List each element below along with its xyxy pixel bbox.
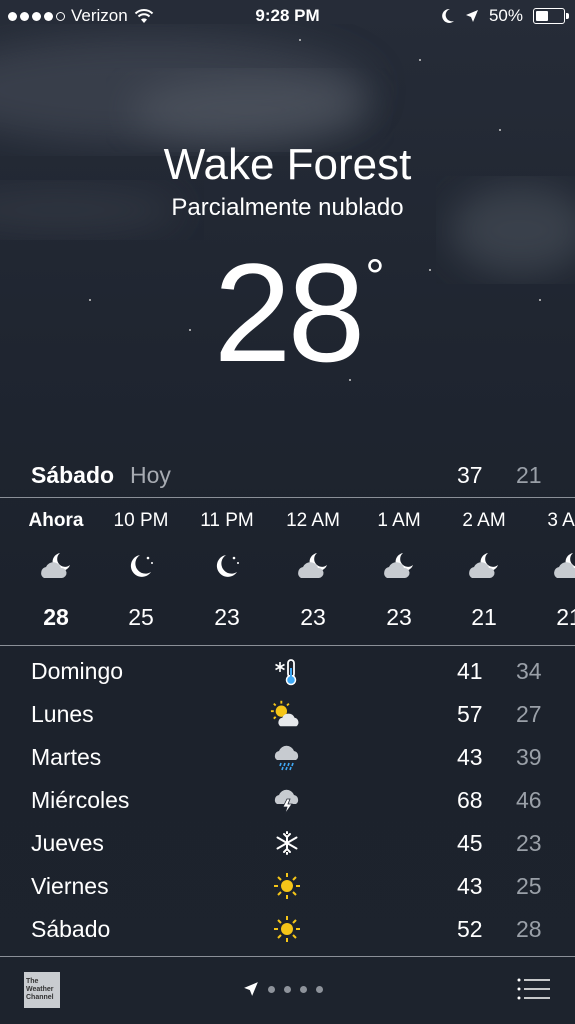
page-dot <box>284 985 291 993</box>
hourly-item: 10 PM 25 <box>98 499 184 631</box>
today-high: 37 <box>457 462 483 488</box>
day-low: 39 <box>516 744 542 770</box>
daily-row: Martes 43 39 <box>0 738 575 781</box>
partly-cloudy-night-icon <box>441 542 527 590</box>
today-day: Sábado <box>31 462 115 488</box>
hour-temp: 21 <box>556 604 575 630</box>
today-low: 21 <box>516 462 542 488</box>
page-dot <box>300 985 307 993</box>
divider <box>0 645 575 646</box>
city-name: Wake Forest <box>163 140 412 189</box>
today-summary: Sábado Hoy 37 21 <box>0 462 575 492</box>
page-dot <box>316 985 323 993</box>
hourly-forecast[interactable]: Ahora 28 10 PM 25 11 PM 23 12 AM 23 1 AM… <box>0 499 575 645</box>
divider <box>0 497 575 498</box>
day-low: 34 <box>516 658 542 684</box>
daily-row: Jueves 45 23 <box>0 824 575 867</box>
hour-temp: 28 <box>43 604 69 630</box>
weather-channel-logo[interactable]: The Weather Channel <box>24 972 60 1008</box>
hour-label: 11 PM <box>200 510 254 531</box>
hourly-item: 3 AM 21 <box>526 499 575 631</box>
day-high: 45 <box>457 830 483 856</box>
hour-temp: 23 <box>386 604 412 630</box>
moon-stars-icon <box>98 542 184 590</box>
sun-icon <box>270 871 304 901</box>
hourly-item: 11 PM 23 <box>184 499 270 631</box>
cold-thermometer-icon <box>270 656 304 686</box>
day-high: 43 <box>457 873 483 899</box>
day-name: Domingo <box>31 658 124 684</box>
day-high: 52 <box>457 916 483 942</box>
hourly-item: 2 AM 21 <box>441 499 527 631</box>
hour-label: 2 AM <box>462 510 506 531</box>
hour-label: 1 AM <box>377 510 421 531</box>
hour-temp: 25 <box>128 604 154 630</box>
partly-cloudy-night-icon <box>526 542 575 590</box>
current-temperature: 28 ° <box>0 232 575 394</box>
location-arrow-icon <box>465 10 478 22</box>
day-name: Lunes <box>31 701 94 727</box>
hour-temp: 23 <box>214 604 240 630</box>
logo-line: The <box>26 978 39 985</box>
day-name: Miércoles <box>31 787 130 813</box>
battery-percent: 50% <box>488 6 523 25</box>
partly-sunny-icon <box>270 699 304 729</box>
day-low: 28 <box>516 916 542 942</box>
hour-label: 3 AM <box>547 510 575 531</box>
day-low: 46 <box>516 787 542 813</box>
snowflake-icon <box>270 828 304 858</box>
day-name: Jueves <box>31 830 104 856</box>
daily-row: Sábado 52 28 <box>0 910 575 953</box>
day-high: 57 <box>457 701 483 727</box>
list-icon[interactable] <box>517 977 551 1001</box>
moon-icon <box>442 8 454 23</box>
moon-stars-icon <box>184 542 270 590</box>
rain-icon <box>270 742 304 772</box>
hour-temp: 21 <box>471 604 497 630</box>
page-dot <box>268 985 275 993</box>
battery-icon <box>533 8 569 24</box>
page-indicator[interactable] <box>243 981 323 997</box>
hourly-item: 12 AM 23 <box>270 499 356 631</box>
sun-icon <box>270 914 304 944</box>
hour-label: 10 PM <box>113 510 169 531</box>
daily-row: Viernes 43 25 <box>0 867 575 910</box>
day-name: Viernes <box>31 873 109 899</box>
location-arrow-icon <box>244 982 258 996</box>
logo-line: Channel <box>26 994 54 1001</box>
hourly-item: 1 AM 23 <box>356 499 442 631</box>
daily-forecast: Domingo 41 34 Lunes 57 27 Martes 43 39 M… <box>0 652 575 953</box>
day-name: Sábado <box>31 916 111 942</box>
daily-row: Domingo 41 34 <box>0 652 575 695</box>
degree-symbol: ° <box>365 251 384 304</box>
bottom-toolbar: The Weather Channel <box>0 957 575 1024</box>
day-high: 43 <box>457 744 483 770</box>
day-high: 41 <box>457 658 483 684</box>
hour-temp: 23 <box>300 604 326 630</box>
partly-cloudy-night-icon <box>356 542 442 590</box>
partly-cloudy-night-icon <box>13 542 99 590</box>
temperature-value: 28 <box>213 234 366 391</box>
hour-label: Ahora <box>28 510 84 531</box>
daily-row: Miércoles 68 46 <box>0 781 575 824</box>
day-name: Martes <box>31 744 102 770</box>
status-bar: Verizon 9:28 PM 50% <box>0 0 575 34</box>
hour-label: 12 AM <box>286 510 340 531</box>
daily-row: Lunes 57 27 <box>0 695 575 738</box>
thunderstorm-icon <box>270 785 304 815</box>
current-condition: Parcialmente nublado <box>171 194 404 221</box>
hourly-item: Ahora 28 <box>13 499 99 631</box>
day-low: 25 <box>516 873 542 899</box>
day-low: 23 <box>516 830 542 856</box>
day-low: 27 <box>516 701 542 727</box>
partly-cloudy-night-icon <box>270 542 356 590</box>
today-label: Hoy <box>130 462 171 488</box>
day-high: 68 <box>457 787 483 813</box>
logo-line: Weather <box>26 986 54 993</box>
